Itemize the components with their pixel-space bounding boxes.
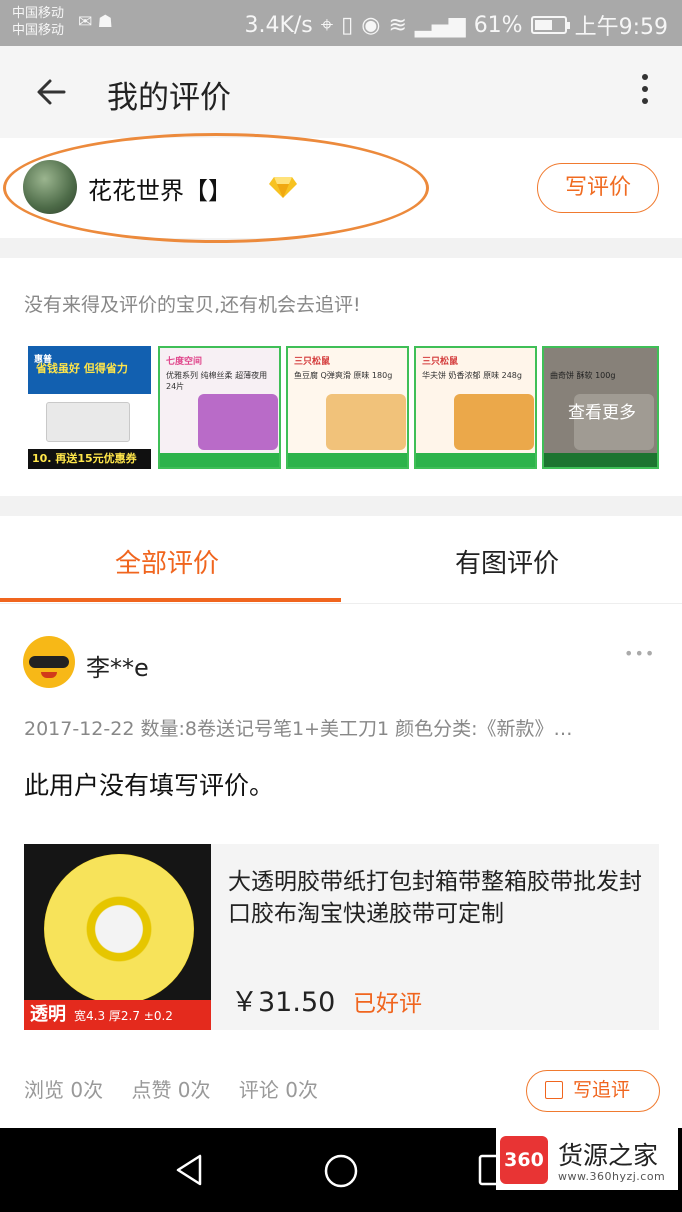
review-content: 此用户没有填写评价。 <box>24 771 275 800</box>
product-title: 大透明胶带纸打包封箱带整箱胶带批发封口胶布淘宝快递胶带可定制 <box>228 869 642 927</box>
notification-icons: ✉ ☗ <box>78 12 113 32</box>
tab-photo-reviews[interactable]: 有图评价 <box>455 543 559 580</box>
avatar-mask-shape <box>29 656 69 668</box>
review-meta: 2017-12-22 数量:8卷送记号笔1+美工刀1 颜色分类:《新款》… <box>24 718 573 740</box>
product-band <box>288 453 407 467</box>
watermark-logo: 360 <box>500 1136 548 1184</box>
taobao-icon: ☗ <box>97 12 113 32</box>
product-text: 鱼豆腐 Q弹爽滑 原味 180g <box>294 371 393 380</box>
more-dot-icon <box>642 86 648 92</box>
product-promo: 10. 再送15元优惠券 <box>28 449 151 469</box>
pending-prompt: 没有来得及评价的宝贝,还有机会去追评! <box>24 294 361 316</box>
pending-item-pads[interactable]: 七度空间 优雅系列 纯棉丝柔 超薄夜用 24片 <box>158 346 281 469</box>
product-text: 优雅系列 纯棉丝柔 超薄夜用 24片 <box>166 371 268 391</box>
product-band <box>160 453 279 467</box>
comments-count: 评论 0次 <box>238 1078 318 1102</box>
pending-reviews-section: 没有来得及评价的宝贝,还有机会去追评! 惠普 省钱虽好 但得省力 10. 再送1… <box>0 258 682 496</box>
vibrate-icon: ▯ <box>341 12 354 38</box>
watermark-name: 货源之家 <box>558 1141 659 1170</box>
product-brand: 七度空间 <box>166 357 203 367</box>
image-label-main: 透明 <box>30 1004 66 1025</box>
product-image: 透明 宽4.3 厚2.7 ±0.2 <box>24 844 211 1030</box>
user-card: 花花世界【】 写评价 <box>0 138 682 238</box>
product-image <box>454 394 534 450</box>
avatar-mouth-shape <box>41 672 57 678</box>
site-watermark: 360 货源之家 www.360hyzj.com <box>496 1128 678 1190</box>
wifi-icon: ≋ <box>388 12 407 38</box>
pending-thumbnails: 惠普 省钱虽好 但得省力 10. 再送15元优惠券 七度空间 优雅系列 纯棉丝柔… <box>28 346 659 469</box>
wechat-icon: ✉ <box>78 12 93 32</box>
product-image <box>198 394 278 450</box>
pending-item-fish-tofu[interactable]: 三只松鼠 鱼豆腐 Q弹爽滑 原味 180g <box>286 346 409 469</box>
reviews-section: 全部评价 有图评价 李**e ••• 2017-12-22 数量:8卷送记号笔1… <box>0 516 682 1128</box>
diamond-badge-icon <box>269 177 297 198</box>
carrier-info: 中国移动 中国移动 <box>12 5 64 39</box>
signal-icon: ▂▄▆ <box>414 12 466 38</box>
back-arrow-icon <box>37 79 66 105</box>
reviewer-name: 李**e <box>86 654 149 682</box>
network-speed: 3.4K/s <box>244 12 313 38</box>
write-review-button[interactable]: 写评价 <box>537 163 659 213</box>
watermark-url: www.360hyzj.com <box>558 1170 666 1183</box>
page-title: 我的评价 <box>107 80 231 116</box>
product-card[interactable]: 透明 宽4.3 厚2.7 ±0.2 大透明胶带纸打包封箱带整箱胶带批发封口胶布淘宝… <box>24 844 659 1030</box>
carrier-1: 中国移动 <box>12 6 65 21</box>
user-avatar[interactable] <box>23 160 77 214</box>
product-brand: 三只松鼠 <box>294 357 331 367</box>
nav-back-icon[interactable] <box>172 1152 208 1188</box>
battery-icon <box>530 16 570 34</box>
more-dot-icon <box>642 98 648 104</box>
product-band <box>416 453 535 467</box>
edit-icon <box>545 1081 563 1099</box>
review-tabs: 全部评价 有图评价 <box>0 516 682 604</box>
product-slogan: 省钱虽好 但得省力 <box>36 362 128 375</box>
nav-home-icon[interactable] <box>322 1152 360 1190</box>
title-bar: 我的评价 <box>0 46 682 138</box>
views-count: 浏览 0次 <box>24 1078 104 1102</box>
product-brand: 三只松鼠 <box>422 357 459 367</box>
review-more-icon[interactable]: ••• <box>624 644 655 663</box>
see-more-link[interactable]: 查看更多 <box>568 398 636 423</box>
write-followup-button[interactable]: 写追评 <box>526 1070 660 1112</box>
battery-fill <box>534 20 552 30</box>
clock: 上午9:59 <box>574 15 668 40</box>
product-image-label: 透明 宽4.3 厚2.7 ±0.2 <box>24 1000 211 1030</box>
tab-all-reviews[interactable]: 全部评价 <box>115 543 219 580</box>
product-image <box>326 394 406 450</box>
reviewer-avatar[interactable] <box>23 636 75 688</box>
rating-status: 已好评 <box>353 991 422 1017</box>
active-tab-indicator <box>0 598 341 602</box>
pending-item-waffle[interactable]: 三只松鼠 华夫饼 奶香浓郁 原味 248g <box>414 346 537 469</box>
product-price: ￥31.50 <box>231 987 336 1018</box>
likes-count: 点赞 0次 <box>131 1078 211 1102</box>
status-right: 3.4K/s ⌖ ▯ ◉ ≋ ▂▄▆ 61% 上午9:59 <box>244 9 668 41</box>
followup-label: 写追评 <box>573 1079 631 1101</box>
battery-percent: 61% <box>473 12 523 38</box>
eye-icon: ◉ <box>361 12 381 38</box>
pending-item-cookies[interactable]: 曲奇饼 酥软 100g 查看更多 <box>542 346 659 469</box>
carrier-2: 中国移动 <box>12 23 65 38</box>
image-label-spec: 宽4.3 厚2.7 ±0.2 <box>74 1009 173 1023</box>
back-button[interactable] <box>30 70 74 114</box>
more-dot-icon <box>642 74 648 80</box>
product-text: 华夫饼 奶香浓郁 原味 248g <box>422 371 522 380</box>
username: 花花世界【】 <box>88 177 232 205</box>
printer-image <box>46 402 130 442</box>
more-menu-button[interactable] <box>638 74 652 110</box>
tape-roll-image <box>44 854 194 1004</box>
pending-item-printer[interactable]: 惠普 省钱虽好 但得省力 10. 再送15元优惠券 <box>28 346 151 469</box>
status-bar: 中国移动 中国移动 ✉ ☗ 3.4K/s ⌖ ▯ ◉ ≋ ▂▄▆ 61% 上午9… <box>0 0 682 46</box>
review-stats: 浏览 0次 点赞 0次 评论 0次 <box>24 1074 340 1103</box>
location-icon: ⌖ <box>320 12 334 38</box>
